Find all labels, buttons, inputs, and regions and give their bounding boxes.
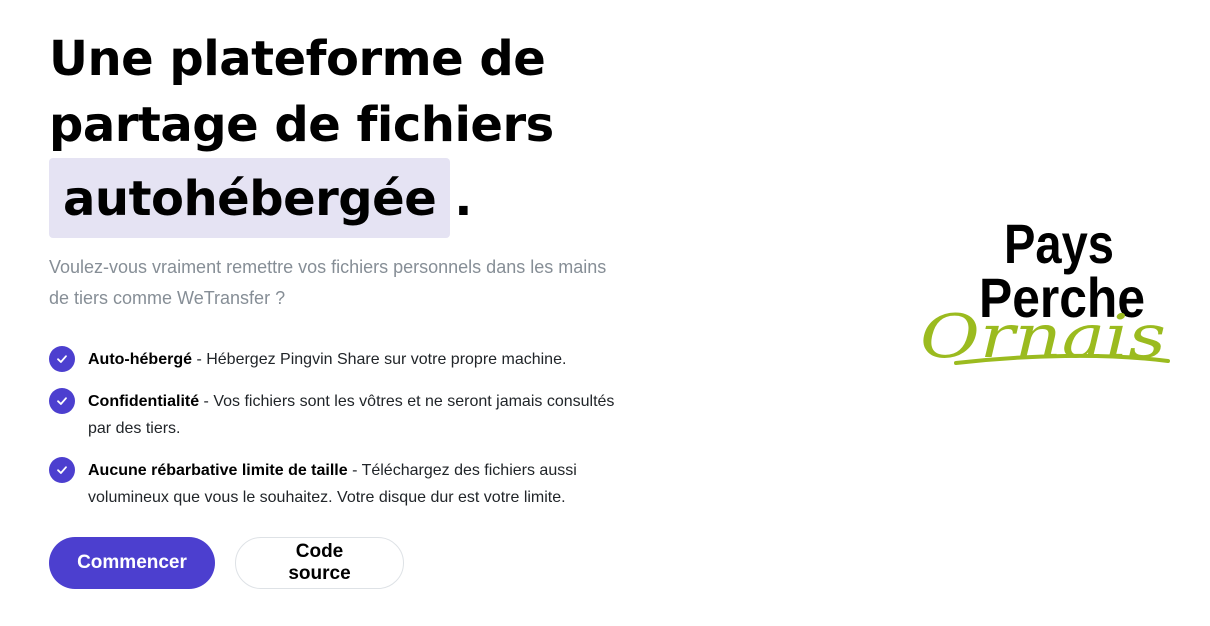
hero-title: Une plateforme de partage de fichiers au… — [49, 26, 649, 238]
check-icon — [49, 346, 75, 372]
hero-title-line-3: autohébergée. — [49, 158, 649, 238]
hero-title-line-2: partage de fichiers — [49, 97, 554, 153]
feature-title: Aucune rébarbative limite de taille — [88, 462, 348, 479]
feature-item: Aucune rébarbative limite de taille - Té… — [49, 457, 629, 511]
page: Une plateforme de partage de fichiers au… — [0, 0, 1210, 626]
check-icon — [49, 457, 75, 483]
source-code-button[interactable]: Code source — [235, 537, 404, 589]
get-started-button[interactable]: Commencer — [49, 537, 215, 589]
hero-title-highlight: autohébergée — [49, 158, 451, 238]
hero-section: Une plateforme de partage de fichiers au… — [49, 26, 649, 589]
check-icon — [49, 388, 75, 414]
feature-text: Confidentialité - Vos fichiers sont les … — [88, 388, 629, 442]
pays-perche-ornais-logo: Pays Perche Ornais — [920, 212, 1170, 372]
feature-text: Aucune rébarbative limite de taille - Té… — [88, 457, 629, 511]
hero-subtitle: Voulez-vous vraiment remettre vos fichie… — [49, 257, 607, 308]
hero-title-line-1: Une plateforme de — [49, 31, 546, 87]
feature-description: - Hébergez Pingvin Share sur votre propr… — [192, 351, 567, 368]
cta-buttons: Commencer Code source — [49, 537, 649, 589]
feature-item: Confidentialité - Vos fichiers sont les … — [49, 388, 629, 442]
feature-title: Auto-hébergé — [88, 351, 192, 368]
feature-text: Auto-hébergé - Hébergez Pingvin Share su… — [88, 346, 566, 373]
hero-title-end: . — [454, 171, 472, 227]
feature-list: Auto-hébergé - Hébergez Pingvin Share su… — [49, 346, 629, 511]
feature-item: Auto-hébergé - Hébergez Pingvin Share su… — [49, 346, 629, 373]
feature-title: Confidentialité — [88, 393, 200, 410]
